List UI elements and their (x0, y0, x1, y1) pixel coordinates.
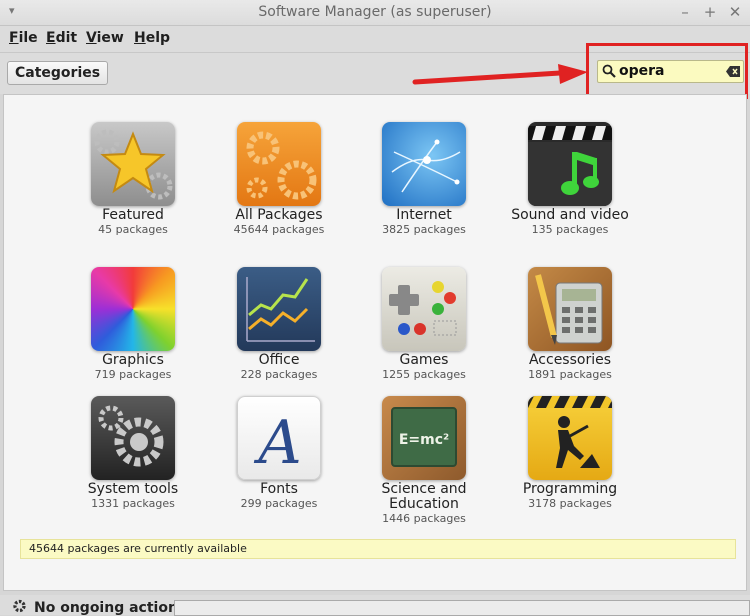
category-count: 1255 packages (382, 368, 466, 381)
packages-available-bar: 45644 packages are currently available (20, 539, 736, 559)
clapper-music-icon (528, 122, 612, 206)
category-all-packages[interactable]: All Packages 45644 packages (219, 122, 339, 237)
close-button[interactable]: ✕ (727, 3, 743, 21)
category-name: Featured (102, 207, 164, 223)
category-system-tools[interactable]: System tools 1331 packages (73, 396, 193, 511)
gamepad-icon (382, 267, 466, 351)
category-fonts[interactable]: A Fonts 299 packages (219, 396, 339, 511)
menu-file[interactable]: File (9, 30, 38, 46)
line-chart-icon (237, 267, 321, 351)
category-name: Games (399, 352, 449, 368)
annotation-arrow (412, 64, 588, 85)
minimize-button[interactable]: – (677, 3, 693, 21)
category-name: Science and Education (381, 481, 467, 512)
window-title: Software Manager (as superuser) (258, 4, 492, 20)
category-count: 135 packages (531, 223, 609, 236)
menu-view[interactable]: View (86, 30, 124, 46)
svg-text:A: A (253, 408, 301, 478)
calculator-icon (528, 267, 612, 351)
category-count: 3825 packages (382, 223, 466, 236)
category-name: Sound and video (511, 207, 629, 223)
category-programming[interactable]: Programming 3178 packages (510, 396, 630, 511)
category-count: 1891 packages (528, 368, 612, 381)
category-games[interactable]: Games 1255 packages (364, 267, 484, 382)
category-count: 45644 packages (233, 223, 325, 236)
star-icon (91, 122, 175, 206)
category-accessories[interactable]: Accessories 1891 packages (510, 267, 630, 382)
category-graphics[interactable]: Graphics 719 packages (73, 267, 193, 382)
search-highlight-box (586, 43, 748, 99)
svg-text:E=mc²: E=mc² (399, 432, 449, 448)
category-internet[interactable]: Internet 3825 packages (364, 122, 484, 237)
gears-icon (237, 122, 321, 206)
category-name: All Packages (235, 207, 323, 223)
category-count: 45 packages (98, 223, 168, 236)
category-name: Fonts (260, 481, 298, 497)
chalkboard-icon: E=mc² (382, 396, 466, 480)
font-letter-icon: A (237, 396, 321, 480)
construction-sign-icon (528, 396, 612, 480)
category-count: 719 packages (94, 368, 172, 381)
category-featured[interactable]: Featured 45 packages (73, 122, 193, 237)
title-bar: ▾ Software Manager (as superuser) – + ✕ (0, 0, 750, 26)
system-gears-icon (91, 396, 175, 480)
category-count: 1446 packages (382, 512, 466, 525)
maximize-button[interactable]: + (702, 3, 718, 21)
category-name: Programming (522, 481, 618, 497)
progress-bar (174, 600, 750, 616)
category-name: Internet (396, 207, 452, 223)
gear-icon (13, 599, 26, 613)
menu-help[interactable]: Help (134, 30, 170, 46)
categories-button[interactable]: Categories (7, 61, 109, 85)
menu-edit[interactable]: Edit (46, 30, 77, 46)
category-count: 1331 packages (91, 497, 175, 510)
category-count: 299 packages (240, 497, 318, 510)
category-name: Graphics (102, 352, 164, 368)
ongoing-actions-label: No ongoing actions (34, 600, 187, 616)
categories-panel: Featured 45 packages All Packages 45644 … (3, 94, 747, 591)
category-sound-and-video[interactable]: Sound and video 135 packages (510, 122, 630, 237)
category-office[interactable]: Office 228 packages (219, 267, 339, 382)
category-name: Office (258, 352, 300, 368)
category-count: 228 packages (240, 368, 318, 381)
color-wheel-icon (91, 267, 175, 351)
status-bar: No ongoing actions (0, 595, 750, 616)
globe-network-icon (382, 122, 466, 206)
category-science-and-education[interactable]: E=mc² Science and Education 1446 package… (364, 396, 484, 526)
category-name: Accessories (528, 352, 612, 368)
category-count: 3178 packages (528, 497, 612, 510)
category-name: System tools (87, 481, 179, 497)
